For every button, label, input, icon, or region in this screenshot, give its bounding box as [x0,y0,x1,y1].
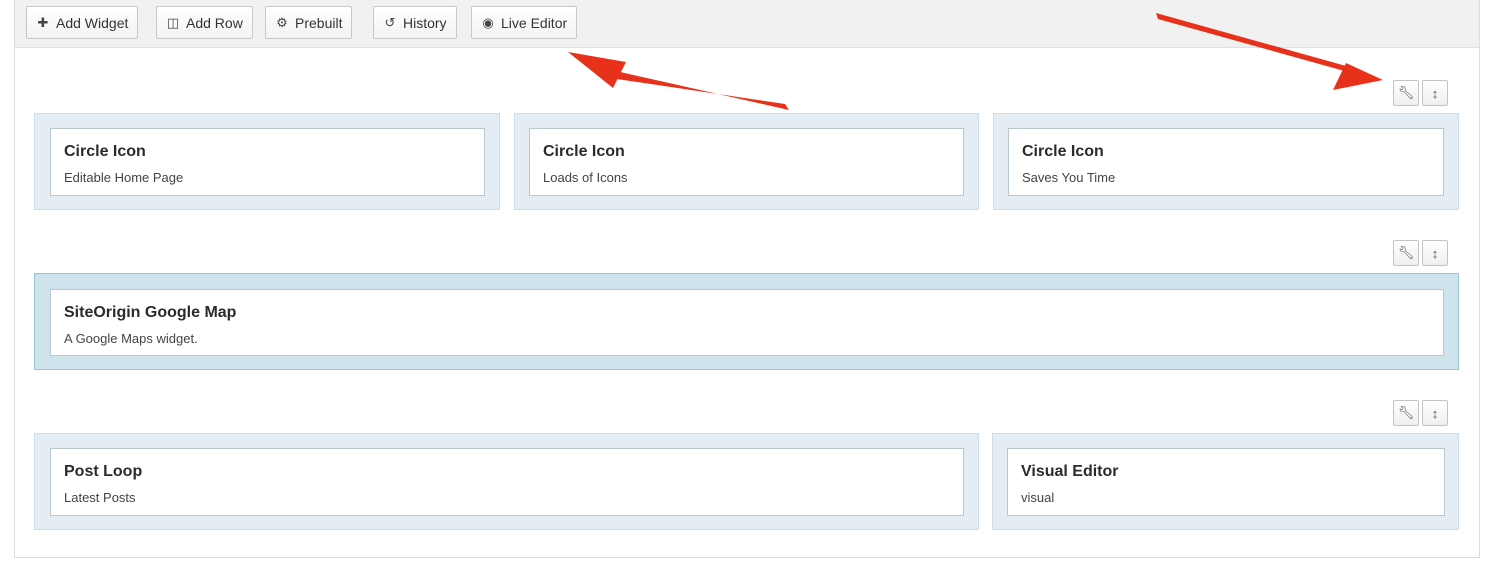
widget-description: Latest Posts [64,490,136,505]
widget-circle-icon-1[interactable]: Circle Icon Editable Home Page [50,128,485,196]
widget-circle-icon-2[interactable]: Circle Icon Loads of Icons [529,128,964,196]
eye-icon: ◉ [482,14,494,30]
widget-title: SiteOrigin Google Map [64,304,237,321]
move-vertical-icon: ↕ [1431,405,1439,421]
row-3-edit-button[interactable]: 🔧︎ [1393,400,1419,426]
widget-title: Circle Icon [1022,143,1104,160]
history-button[interactable]: ↺ History [373,6,457,39]
row-1-cell-2[interactable]: Circle Icon Loads of Icons [514,113,979,210]
widget-visual-editor[interactable]: Visual Editor visual [1007,448,1445,516]
history-label: History [403,14,447,31]
columns-icon: ◫ [166,14,180,30]
widget-post-loop[interactable]: Post Loop Latest Posts [50,448,964,516]
widget-title: Circle Icon [64,143,146,160]
add-row-button[interactable]: ◫ Add Row [156,6,253,39]
widget-description: Saves You Time [1022,170,1116,185]
widget-google-map[interactable]: SiteOrigin Google Map A Google Maps widg… [50,289,1444,356]
row-1-cell-1[interactable]: Circle Icon Editable Home Page [34,113,500,210]
builder-toolbar: ✚ Add Widget ◫ Add Row ⚙ Prebuilt ↺ Hist… [15,0,1479,48]
layout-icon: ⚙ [276,14,288,30]
live-editor-button[interactable]: ◉ Live Editor [471,6,578,39]
widget-description: A Google Maps widget. [64,331,198,346]
add-widget-label: Add Widget [56,14,129,31]
prebuilt-label: Prebuilt [295,14,343,31]
widget-title: Visual Editor [1021,463,1119,480]
widget-description: Editable Home Page [64,170,184,185]
move-vertical-icon: ↕ [1431,85,1439,101]
widget-title: Circle Icon [543,143,625,160]
row-2-controls: 🔧︎ ↕ [1393,240,1448,266]
widget-circle-icon-3[interactable]: Circle Icon Saves You Time [1008,128,1444,196]
plus-icon: ✚ [37,14,49,30]
row-2-move-button[interactable]: ↕ [1422,240,1448,266]
row-2-edit-button[interactable]: 🔧︎ [1393,240,1419,266]
live-editor-label: Live Editor [501,14,568,31]
wrench-icon: 🔧︎ [1397,85,1415,100]
move-vertical-icon: ↕ [1431,245,1439,261]
row-1-controls: 🔧︎ ↕ [1393,80,1448,106]
wrench-icon: 🔧︎ [1397,405,1415,420]
undo-icon: ↺ [384,14,396,30]
wrench-icon: 🔧︎ [1397,245,1415,260]
row-3-controls: 🔧︎ ↕ [1393,400,1448,426]
row-2-cell-1[interactable]: SiteOrigin Google Map A Google Maps widg… [34,273,1459,370]
row-3-cell-1[interactable]: Post Loop Latest Posts [34,433,979,530]
add-widget-button[interactable]: ✚ Add Widget [26,6,139,39]
add-row-label: Add Row [186,14,243,31]
row-1-cell-3[interactable]: Circle Icon Saves You Time [993,113,1459,210]
row-3-cell-2[interactable]: Visual Editor visual [992,433,1459,530]
row-1-move-button[interactable]: ↕ [1422,80,1448,106]
row-1-edit-button[interactable]: 🔧︎ [1393,80,1419,106]
widget-description: Loads of Icons [543,170,628,185]
widget-title: Post Loop [64,463,143,480]
widget-description: visual [1021,490,1055,505]
prebuilt-button[interactable]: ⚙ Prebuilt [265,6,353,39]
row-3-move-button[interactable]: ↕ [1422,400,1448,426]
